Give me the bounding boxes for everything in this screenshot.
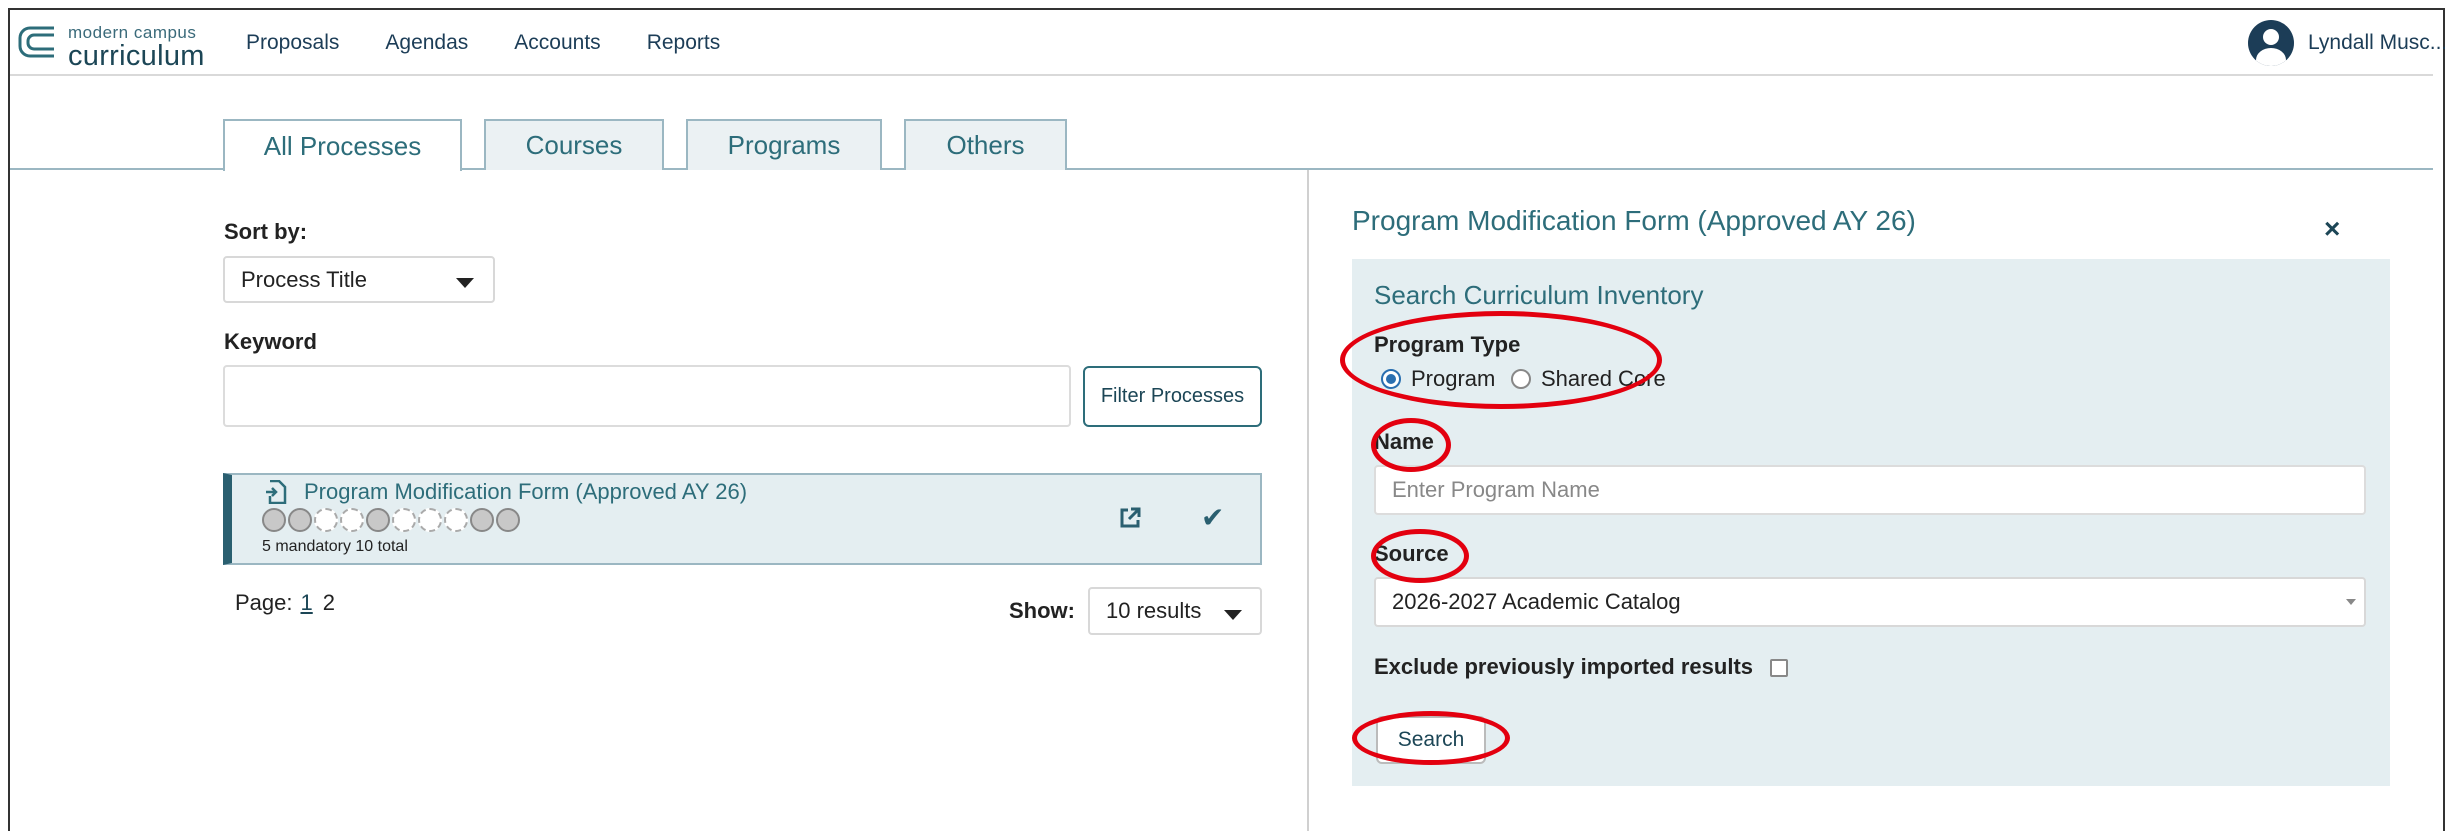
step-indicator [288,508,312,532]
show-label: Show: [1009,598,1075,623]
search-heading: Search Curriculum Inventory [1374,280,1704,310]
user-menu[interactable]: Lyndall Musc... [2248,16,2445,70]
step-indicator [496,508,520,532]
source-value: 2026-2027 Academic Catalog [1392,589,1681,614]
sort-select[interactable]: Process Title [223,256,495,303]
filter-processes-button[interactable]: Filter Processes [1083,366,1262,427]
chevron-down-icon [2346,599,2356,605]
process-meta: 5 mandatory 10 total [262,538,408,555]
panel-divider [1307,170,1309,831]
nav-agendas[interactable]: Agendas [385,31,468,55]
shared-core-radio-label[interactable]: Shared Core [1541,366,1666,392]
chevron-down-icon [1224,610,1242,620]
panel-title: Program Modification Form (Approved AY 2… [1352,205,1916,236]
tab-all-processes[interactable]: All Processes [223,119,462,171]
tab-others[interactable]: Others [904,119,1067,170]
step-indicator [418,508,442,532]
brand-logo[interactable]: modern campus curriculum [16,20,226,72]
logo-mark-icon [18,26,54,58]
user-avatar-icon [2248,20,2294,66]
nav-accounts[interactable]: Accounts [514,31,600,55]
process-step-indicators [262,508,522,532]
step-indicator [262,508,286,532]
program-type-label: Program Type [1374,332,1521,357]
shared-core-radio[interactable] [1511,369,1531,389]
step-indicator [366,508,390,532]
close-icon[interactable]: × [2324,213,2340,245]
program-radio[interactable] [1381,369,1401,389]
tab-courses[interactable]: Courses [484,119,664,170]
name-label: Name [1374,429,1434,454]
chevron-down-icon [456,278,474,288]
results-per-page-value: 10 results [1106,598,1202,623]
sort-value: Process Title [241,266,367,292]
source-label: Source [1374,541,1449,566]
user-name: Lyndall Musc... [2308,31,2445,54]
step-indicator [470,508,494,532]
search-button[interactable]: Search [1376,716,1486,764]
keyword-label: Keyword [224,329,317,354]
exclude-checkbox[interactable] [1770,659,1788,677]
tab-programs[interactable]: Programs [686,119,882,170]
results-per-page-select[interactable]: 10 results [1088,587,1262,635]
keyword-input[interactable] [223,365,1071,427]
external-link-icon[interactable] [1118,506,1142,535]
process-title[interactable]: Program Modification Form (Approved AY 2… [304,479,747,505]
sort-label: Sort by: [224,219,308,244]
exclude-label: Exclude previously imported results [1374,654,1754,679]
process-list-item[interactable]: Program Modification Form (Approved AY 2… [223,473,1262,565]
nav-proposals[interactable]: Proposals [246,31,339,55]
page-label: Page: [235,590,293,615]
page-current-link[interactable]: 1 [301,590,313,615]
page-next-link[interactable]: 2 [323,590,335,615]
source-select[interactable]: 2026-2027 Academic Catalog [1374,577,2366,627]
pagination: Page: 1 2 [235,590,335,616]
nav-reports[interactable]: Reports [647,31,721,55]
step-indicator [444,508,468,532]
step-indicator [314,508,338,532]
step-indicator [340,508,364,532]
top-navbar: modern campus curriculum Proposals Agend… [10,10,2445,76]
brand-line2: curriculum [68,40,205,72]
program-name-placeholder: Enter Program Name [1392,477,1600,502]
checkmark-icon[interactable]: ✔ [1201,501,1224,534]
program-radio-label[interactable]: Program [1411,366,1495,392]
document-import-icon [265,479,287,510]
step-indicator [392,508,416,532]
